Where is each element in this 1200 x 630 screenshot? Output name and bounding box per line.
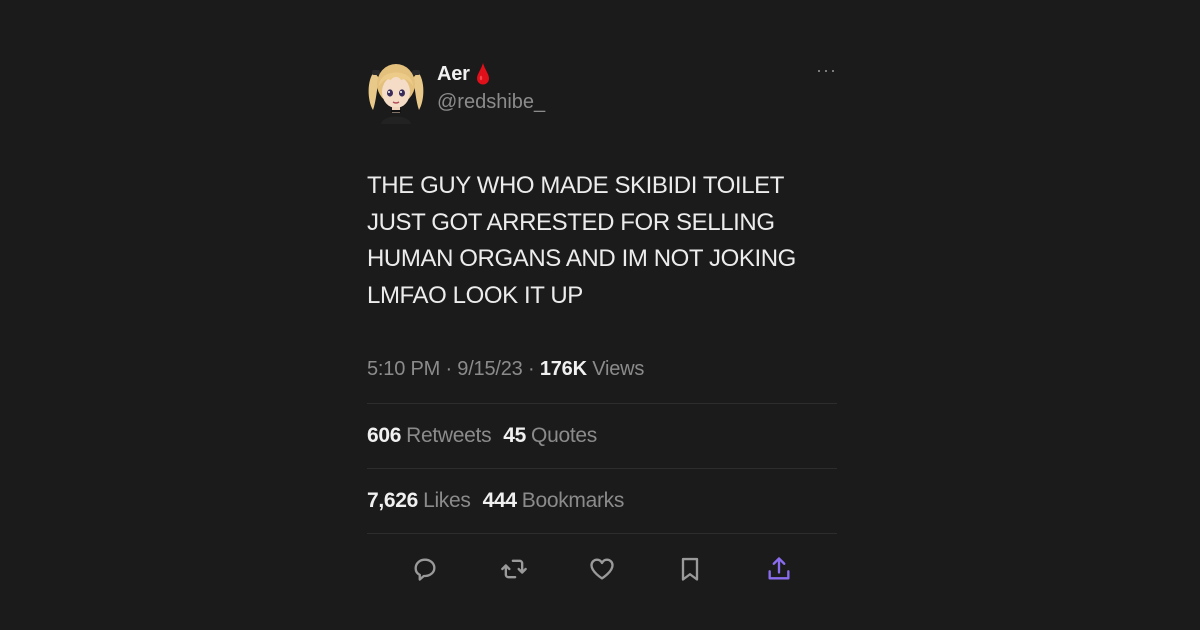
quotes-count: 45	[503, 424, 527, 447]
tweet-header: Aer @redshibe_ ···	[367, 58, 837, 124]
meta-separator: ·	[527, 358, 535, 380]
tweet-date[interactable]: 9/15/23	[457, 358, 523, 380]
tweet-card: Aer @redshibe_ ··· THE GUY WHO MADE SKIB…	[367, 58, 837, 604]
retweets-label: Retweets	[406, 424, 492, 447]
share-button[interactable]	[764, 554, 794, 584]
views-count: 176K	[539, 358, 587, 380]
retweets-count: 606	[367, 424, 402, 447]
meta-separator: ·	[445, 358, 452, 380]
share-icon	[768, 557, 790, 580]
bookmark-icon	[682, 557, 699, 581]
author-name-row[interactable]: Aer	[437, 62, 490, 86]
stats-row-likes: 7,626 Likes 444 Bookmarks	[367, 469, 837, 533]
tweet-time[interactable]: 5:10 PM	[367, 358, 440, 380]
like-heart-icon	[590, 558, 614, 580]
likes-stat[interactable]: 7,626 Likes	[367, 489, 471, 513]
retweet-button[interactable]	[499, 554, 529, 584]
views-label: Views	[592, 358, 645, 380]
reply-button[interactable]	[410, 554, 440, 584]
bookmarks-count: 444	[482, 489, 517, 512]
bookmarks-label: Bookmarks	[521, 489, 625, 512]
quotes-label: Quotes	[531, 424, 597, 447]
reply-icon	[414, 558, 436, 581]
avatar[interactable]	[367, 58, 425, 124]
tweet-text: THE GUY WHO MADE SKIBIDI TOILET JUST GOT…	[367, 172, 796, 309]
author-handle[interactable]: @redshibe_	[437, 91, 545, 114]
retweets-stat[interactable]: 606 Retweets	[367, 424, 492, 448]
more-options-icon[interactable]: ···	[816, 60, 837, 81]
author-display-name[interactable]: Aer	[437, 63, 470, 86]
bookmark-button[interactable]	[675, 554, 705, 584]
blood-drop-icon	[476, 63, 489, 85]
tweet-meta: 5:10 PM · 9/15/23 · 176K Views	[367, 358, 837, 381]
likes-count: 7,626	[367, 489, 419, 512]
action-bar	[367, 534, 837, 604]
stats-row-reposts: 606 Retweets 45 Quotes	[367, 404, 837, 468]
bookmarks-stat[interactable]: 444 Bookmarks	[482, 489, 625, 513]
retweet-icon	[500, 559, 527, 579]
like-button[interactable]	[587, 554, 617, 584]
quotes-stat[interactable]: 45 Quotes	[503, 424, 597, 448]
likes-label: Likes	[423, 489, 471, 512]
